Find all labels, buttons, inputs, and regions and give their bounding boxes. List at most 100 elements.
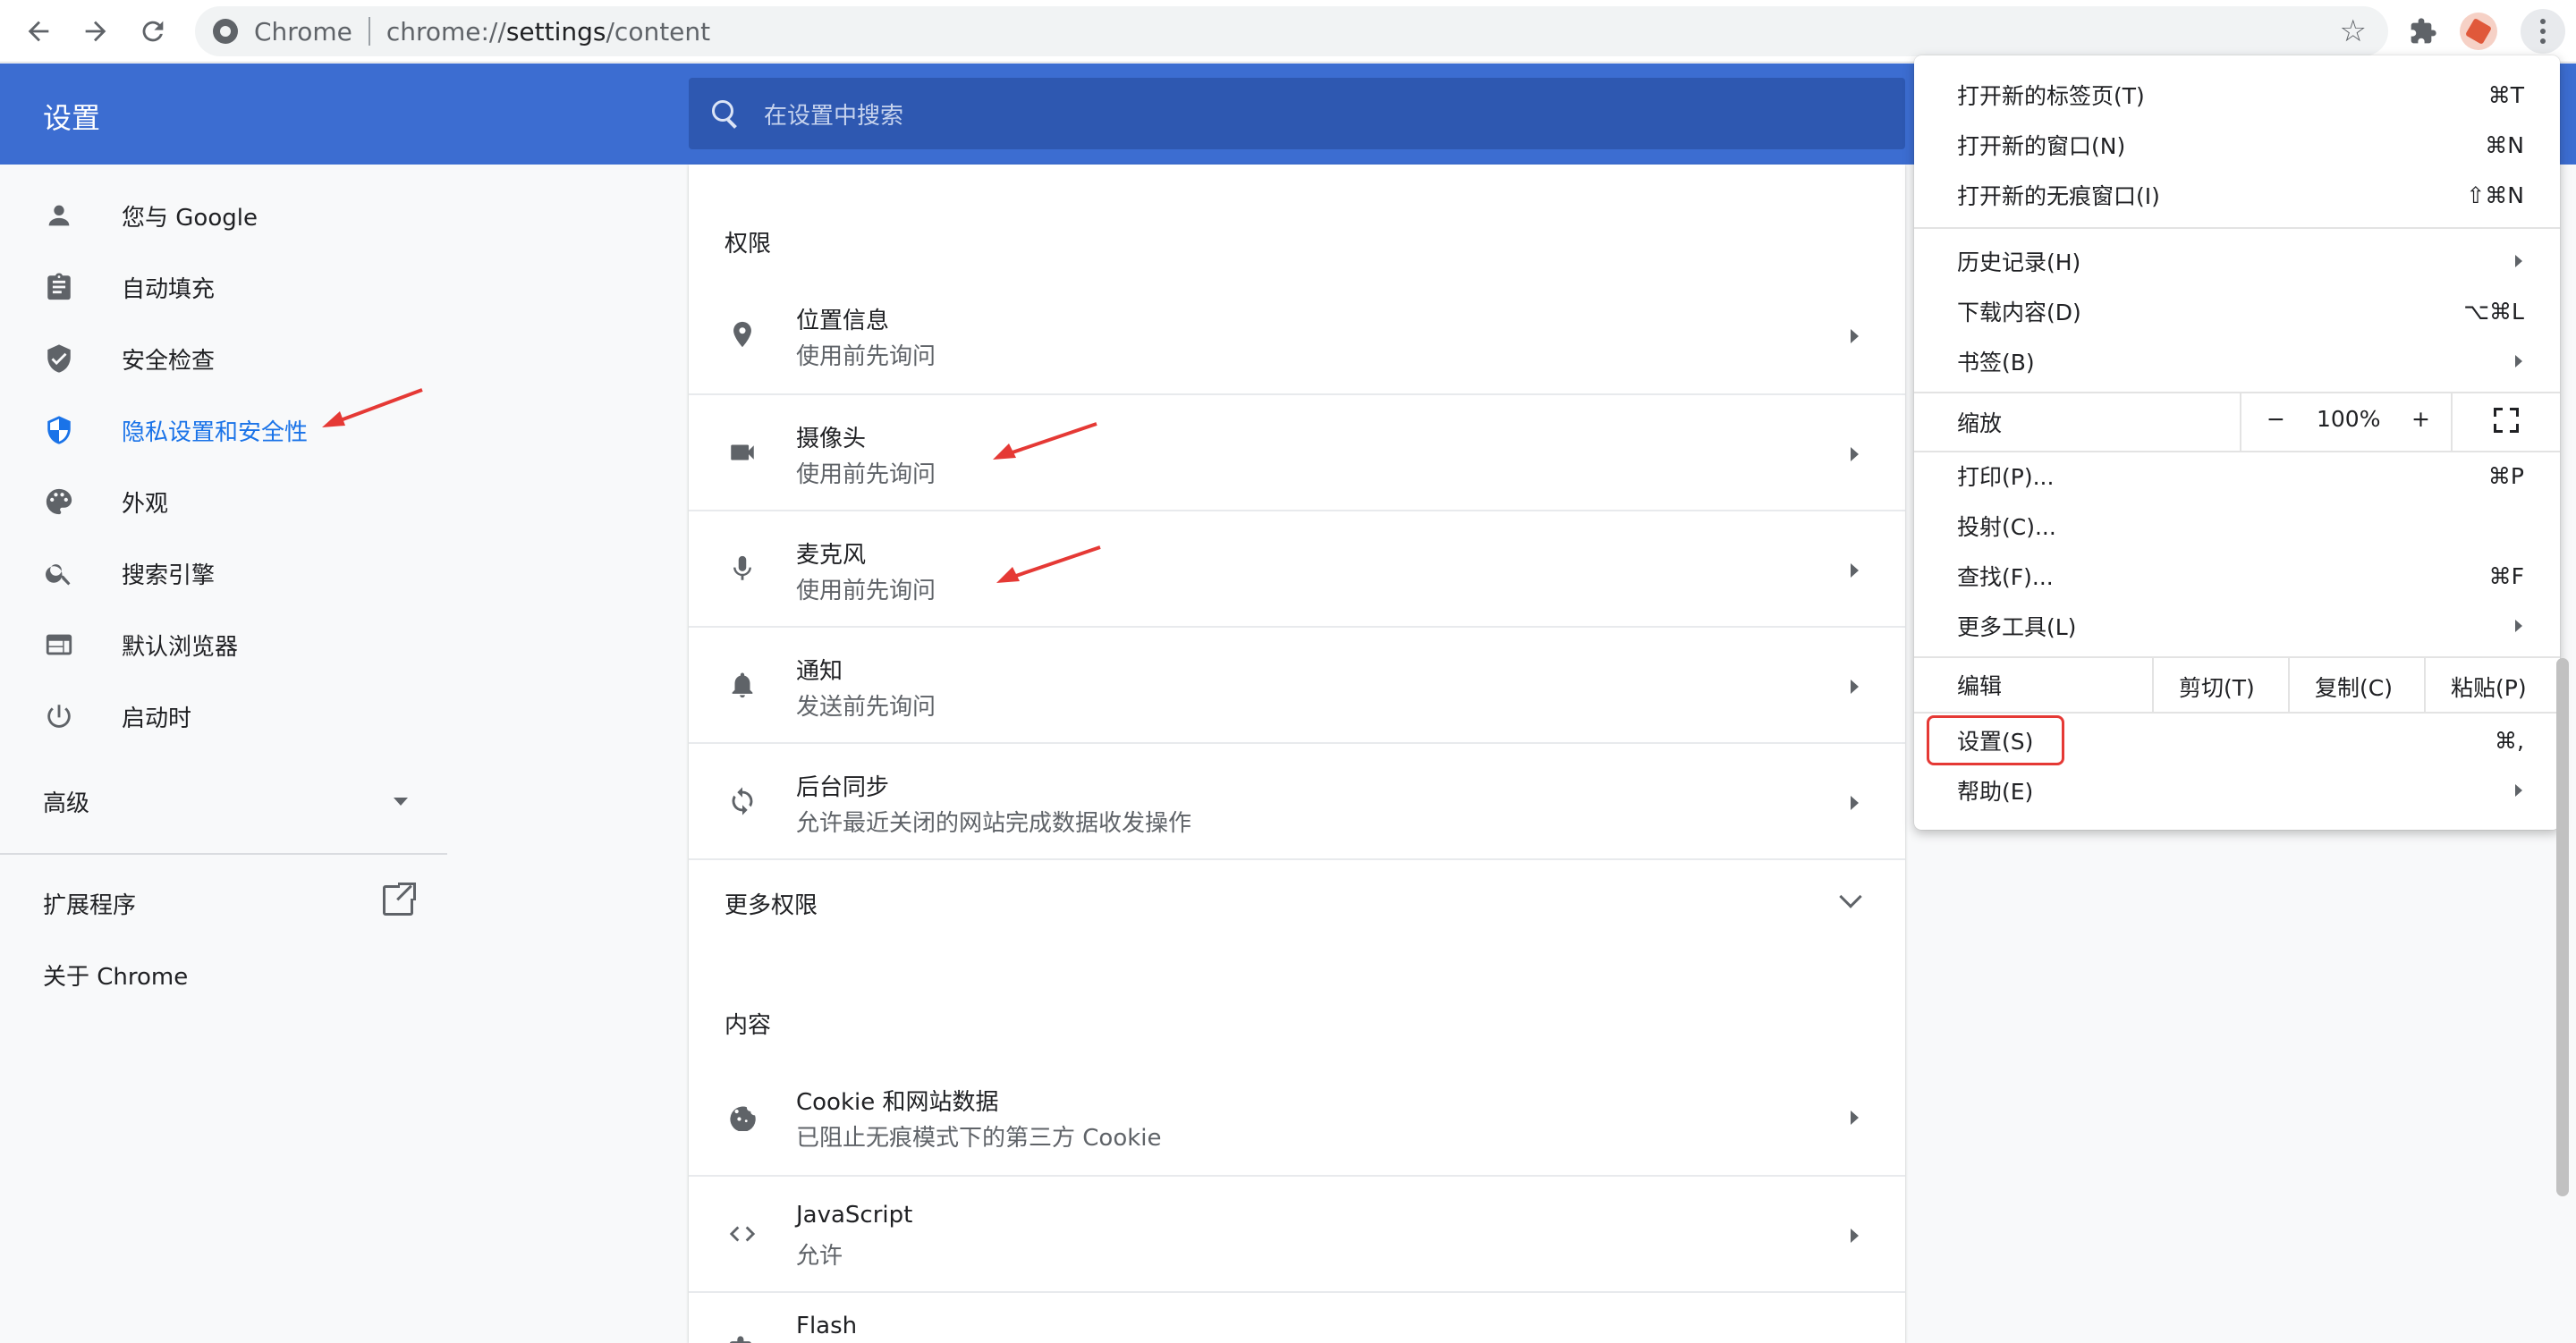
menu-item-new-window[interactable]: 打开新的窗口(N) ⌘N: [1914, 120, 2560, 170]
sidebar-item-label: 您与 Google: [122, 204, 258, 232]
menu-divider: [2451, 393, 2453, 451]
sidebar-divider: [0, 853, 447, 855]
more-permissions-expander[interactable]: 更多权限: [689, 858, 1905, 944]
zoom-out-button[interactable]: −: [2267, 406, 2285, 432]
edit-copy-button[interactable]: 复制(C): [2315, 671, 2393, 703]
row-subtitle: 发送前先询问: [796, 694, 936, 721]
arrow-right-icon: [1851, 563, 1859, 578]
sidebar-item-search-engine[interactable]: 搜索引擎: [0, 542, 447, 604]
row-title: 麦克风: [796, 542, 867, 569]
row-title: 后台同步: [796, 774, 890, 801]
profile-avatar[interactable]: [2460, 13, 2497, 50]
permission-row-camera[interactable]: 摄像头 使用前先询问: [689, 393, 1905, 510]
edit-cut-button[interactable]: 剪切(T): [2179, 671, 2255, 703]
menu-divider: [1914, 227, 2560, 229]
arrow-right-icon: [1851, 796, 1859, 810]
menu-item-new-incognito[interactable]: 打开新的无痕窗口(I) ⇧⌘N: [1914, 170, 2560, 220]
sidebar-item-autofill[interactable]: 自动填充: [0, 256, 447, 318]
menu-item-label: 投射(C)...: [1957, 514, 2056, 540]
menu-item-shortcut: ⌘,: [2495, 727, 2524, 754]
edit-paste-button[interactable]: 粘贴(P): [2451, 671, 2527, 703]
menu-divider: [1914, 712, 2560, 714]
menu-item-shortcut: ⇧⌘N: [2466, 182, 2524, 208]
microphone-icon: [724, 551, 760, 587]
menu-item-downloads[interactable]: 下载内容(D) ⌥⌘L: [1914, 286, 2560, 336]
arrow-right-icon: [1851, 447, 1859, 461]
annotation-arrow: [322, 388, 423, 427]
fullscreen-icon[interactable]: [2494, 408, 2519, 433]
menu-item-more-tools[interactable]: 更多工具(L): [1914, 601, 2560, 651]
sync-icon: [724, 783, 760, 819]
menu-item-find[interactable]: 查找(F)... ⌘F: [1914, 551, 2560, 601]
caret-down-icon[interactable]: [394, 798, 408, 806]
cookie-icon: [724, 1098, 760, 1134]
menu-item-print[interactable]: 打印(P)... ⌘P: [1914, 451, 2560, 501]
row-subtitle: 已阻止无痕模式下的第三方 Cookie: [796, 1125, 1162, 1152]
sidebar-item-label: 隐私设置和安全性: [122, 418, 309, 446]
menu-item-label: 查找(F)...: [1957, 564, 2054, 590]
location-icon: [724, 317, 760, 352]
address-bar[interactable]: Chrome chrome://settings/content ☆: [195, 6, 2388, 56]
menu-divider: [2288, 658, 2290, 712]
menu-item-label: 打开新的标签页(T): [1957, 83, 2145, 109]
section-title-content: 内容: [724, 1012, 772, 1039]
menu-item-shortcut: ⌘T: [2487, 81, 2524, 108]
chevron-down-icon: [1839, 885, 1862, 908]
settings-sidebar: 您与 Google 自动填充 安全检查 隐私设置和安全性 外观 搜索引擎 默认浏…: [0, 165, 447, 1343]
sidebar-item-appearance[interactable]: 外观: [0, 470, 447, 533]
shield-check-icon: [41, 341, 77, 376]
sidebar-item-label: 安全检查: [122, 347, 216, 375]
sidebar-item-on-startup[interactable]: 启动时: [0, 685, 447, 748]
chrome-menu-kebab-icon[interactable]: [2521, 9, 2565, 54]
submenu-arrow-icon: [2515, 355, 2522, 367]
sidebar-item-you-and-google[interactable]: 您与 Google: [0, 184, 447, 247]
annotation-arrow: [996, 545, 1101, 583]
extensions-puzzle-icon[interactable]: [2404, 13, 2442, 50]
sidebar-item-safety-check[interactable]: 安全检查: [0, 327, 447, 390]
zoom-in-button[interactable]: +: [2411, 406, 2430, 432]
bookmark-star-icon[interactable]: ☆: [2340, 13, 2367, 49]
menu-divider: [2152, 658, 2154, 712]
back-arrow-icon[interactable]: [20, 13, 57, 50]
address-url[interactable]: chrome://settings/content: [386, 17, 710, 46]
permission-row-location[interactable]: 位置信息 使用前先询问: [689, 277, 1905, 393]
sidebar-item-extensions[interactable]: 扩展程序: [43, 887, 136, 920]
menu-item-help[interactable]: 帮助(E): [1914, 765, 2560, 815]
submenu-arrow-icon: [2515, 620, 2522, 632]
content-row-cookies[interactable]: Cookie 和网站数据 已阻止无痕模式下的第三方 Cookie: [689, 1059, 1905, 1175]
menu-divider: [2240, 393, 2241, 451]
permission-row-microphone[interactable]: 麦克风 使用前先询问: [689, 510, 1905, 626]
sidebar-item-default-browser[interactable]: 默认浏览器: [0, 613, 447, 676]
section-title-permissions: 权限: [724, 231, 772, 258]
row-title: Flash: [796, 1313, 858, 1339]
page-scrollbar[interactable]: [2556, 658, 2569, 1196]
settings-search-input[interactable]: 在设置中搜索: [689, 78, 1905, 149]
sidebar-item-label: 启动时: [122, 705, 192, 732]
row-title: 通知: [796, 658, 843, 685]
code-icon: [724, 1216, 760, 1252]
menu-item-label: 打开新的无痕窗口(I): [1957, 183, 2160, 209]
permission-row-notifications[interactable]: 通知 发送前先询问: [689, 626, 1905, 742]
menu-item-new-tab[interactable]: 打开新的标签页(T) ⌘T: [1914, 70, 2560, 120]
menu-divider: [1914, 392, 2560, 393]
reload-icon[interactable]: [134, 13, 172, 50]
browser-window-icon: [41, 627, 77, 663]
content-row-flash[interactable]: Flash: [689, 1291, 1905, 1343]
zoom-level: 100%: [2317, 406, 2381, 432]
sidebar-item-label: 自动填充: [122, 275, 216, 303]
menu-item-label: 打印(P)...: [1957, 464, 2055, 490]
row-subtitle: 使用前先询问: [796, 343, 936, 370]
menu-item-cast[interactable]: 投射(C)...: [1914, 501, 2560, 551]
forward-arrow-icon[interactable]: [77, 13, 114, 50]
sidebar-item-about-chrome[interactable]: 关于 Chrome: [43, 959, 188, 992]
sidebar-advanced[interactable]: 高级: [43, 785, 89, 818]
menu-item-history[interactable]: 历史记录(H): [1914, 236, 2560, 286]
row-title: 位置信息: [796, 308, 890, 334]
row-title: Cookie 和网站数据: [796, 1089, 999, 1116]
search-icon: [41, 555, 77, 591]
open-in-new-icon[interactable]: [383, 883, 416, 916]
permission-row-background-sync[interactable]: 后台同步 允许最近关闭的网站完成数据收发操作: [689, 742, 1905, 858]
menu-item-bookmarks[interactable]: 书签(B): [1914, 336, 2560, 386]
content-row-javascript[interactable]: JavaScript 允许: [689, 1175, 1905, 1291]
row-title: JavaScript: [796, 1202, 913, 1229]
